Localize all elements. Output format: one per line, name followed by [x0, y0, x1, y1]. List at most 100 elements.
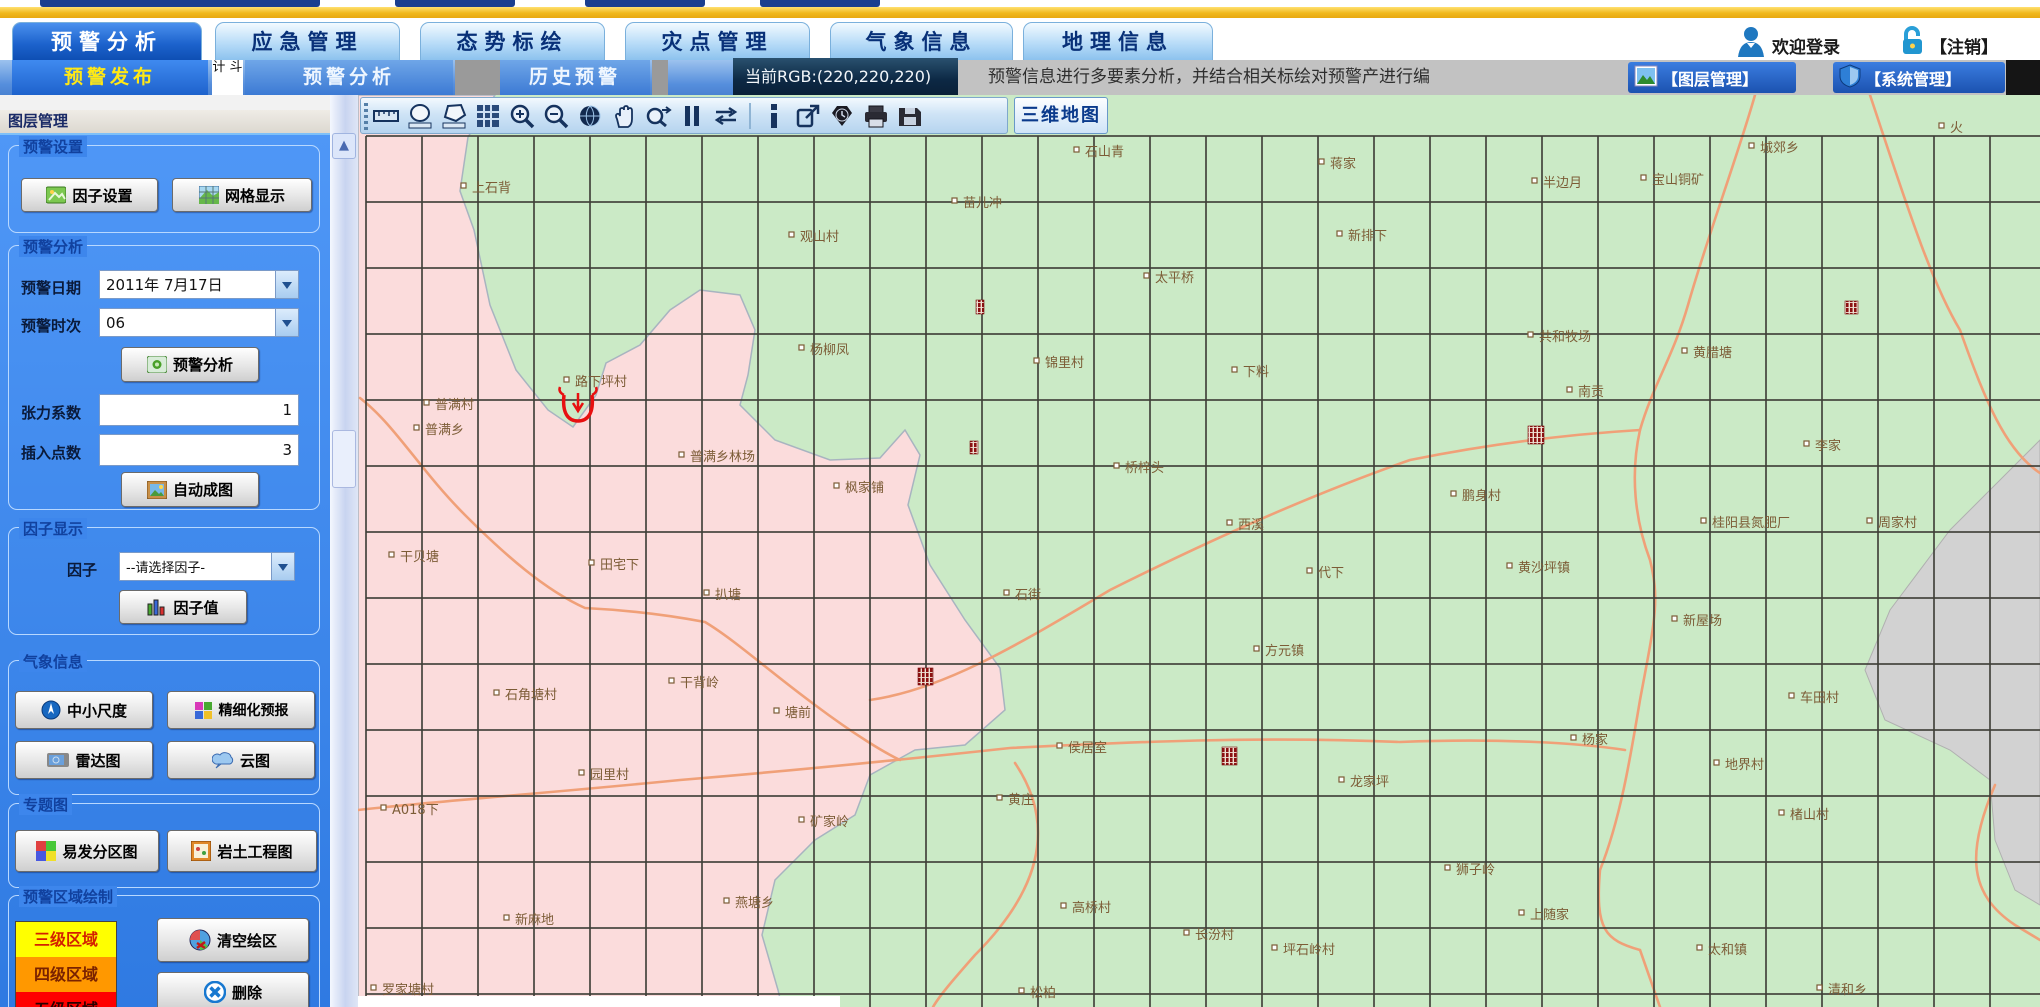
zoom-out-icon[interactable] — [541, 101, 571, 131]
place-marker — [1337, 231, 1342, 236]
cloud-chart-button[interactable]: 云图 — [167, 741, 315, 779]
layer-manage-button[interactable]: 【图层管理】 — [1628, 62, 1796, 93]
place-marker — [579, 770, 584, 775]
legend-level-3[interactable]: 三级区域 — [16, 922, 116, 957]
swap-icon[interactable] — [711, 101, 741, 131]
disaster-cluster-marker[interactable] — [970, 441, 978, 454]
clock-icon[interactable] — [827, 101, 857, 131]
place-marker — [799, 345, 804, 350]
place-marker — [789, 232, 794, 237]
legend-level-5[interactable]: 五级区域 — [16, 992, 116, 1007]
place-label: 坪石岭村 — [1283, 943, 1335, 958]
main-tab-6[interactable]: 地理信息 — [1023, 22, 1213, 60]
zoning-map-icon — [36, 841, 56, 861]
place-marker — [1804, 441, 1809, 446]
save-icon[interactable] — [895, 101, 925, 131]
clear-drawing-icon — [189, 929, 211, 951]
place-marker — [679, 452, 684, 457]
logout-link[interactable]: 【注销】 — [1930, 33, 1998, 58]
place-marker — [1451, 491, 1456, 496]
warning-time-select[interactable]: 06 — [99, 308, 299, 337]
chevron-down-icon[interactable] — [271, 553, 294, 580]
place-marker — [1571, 735, 1576, 740]
group-title: 因子显示 — [19, 518, 87, 539]
subtab-warning-publish[interactable]: 预警发布 — [12, 60, 208, 95]
group-warning-analysis: 预警分析 预警日期 2011年 7月17日 预警时次 06 预警分析 张力系数 … — [8, 245, 320, 510]
pause-icon[interactable] — [677, 101, 707, 131]
chevron-down-icon[interactable] — [275, 309, 298, 336]
auto-map-button[interactable]: 自动成图 — [121, 472, 259, 507]
run-analysis-button[interactable]: 预警分析 — [121, 347, 259, 382]
mesoscale-button[interactable]: 中小尺度 — [15, 691, 153, 729]
layer-manage-label: 【图层管理】 — [1662, 66, 1758, 90]
place-label: 下料 — [1243, 365, 1269, 380]
disaster-cluster-marker[interactable] — [1845, 301, 1858, 314]
info-icon[interactable] — [759, 101, 789, 131]
grid-display-icon — [199, 186, 219, 204]
subtab-history-warning[interactable]: 历史预警 — [500, 60, 650, 95]
radar-chart-button[interactable]: 雷达图 — [15, 741, 153, 779]
scroll-up-arrow[interactable]: ▲ — [332, 133, 356, 159]
place-label: 共和牧场 — [1539, 330, 1591, 345]
chevron-down-icon[interactable] — [275, 271, 298, 298]
disaster-cluster-marker[interactable] — [1222, 747, 1237, 765]
main-tab-3[interactable]: 态势标绘 — [420, 22, 605, 60]
place-marker — [1445, 865, 1450, 870]
window-top-nub — [760, 0, 880, 7]
place-label: 龙家坪 — [1350, 774, 1389, 790]
place-marker — [799, 817, 804, 822]
place-label: 狮子岭 — [1456, 863, 1495, 878]
place-marker — [1519, 910, 1524, 915]
place-label: 黄庄 — [1008, 792, 1034, 808]
place-marker — [1528, 332, 1533, 337]
scrollbar-thumb[interactable] — [332, 430, 356, 488]
insert-points-input[interactable]: 3 — [99, 434, 299, 466]
zoom-back-icon[interactable] — [643, 101, 673, 131]
fine-forecast-button[interactable]: 精细化预报 — [167, 691, 315, 729]
zoom-in-icon[interactable] — [507, 101, 537, 131]
polygon-measure-icon[interactable] — [439, 101, 469, 131]
tension-input[interactable]: 1 — [99, 394, 299, 426]
grid-display-button[interactable]: 网格显示 — [172, 178, 312, 212]
toolbar-drag-grip[interactable] — [364, 103, 368, 130]
map-3d-button[interactable]: 三维地图 — [1014, 97, 1108, 134]
map-canvas[interactable]: 上石背苗儿冲石山青蒋家城郊乡火半边月宝山铜矿观山村新排下太平桥共和牧场黄腊塘南贡… — [358, 95, 2040, 1007]
warning-date-select[interactable]: 2011年 7月17日 — [99, 270, 299, 299]
place-label: 代下 — [1318, 566, 1344, 581]
system-manage-button[interactable]: 【系统管理】 — [1833, 62, 2005, 93]
factor-value-button[interactable]: 因子值 — [119, 590, 247, 624]
print-icon[interactable] — [861, 101, 891, 131]
zoning-map-button[interactable]: 易发分区图 — [15, 830, 159, 872]
layers-mountain-icon — [1634, 65, 1658, 91]
place-label: 蒋家 — [1330, 156, 1356, 172]
place-label: 清和乡 — [1828, 983, 1867, 998]
main-tab-2[interactable]: 应急管理 — [215, 22, 400, 60]
subtab-warning-analysis[interactable]: 预警分析 — [245, 60, 453, 95]
disaster-cluster-marker[interactable] — [976, 300, 984, 314]
sidebar-scrollbar[interactable] — [330, 95, 358, 1007]
clear-drawing-button[interactable]: 清空绘区 — [157, 918, 309, 962]
geotech-map-button[interactable]: 岩土工程图 — [167, 830, 317, 872]
main-tab-5[interactable]: 气象信息 — [830, 22, 1013, 60]
ruler-measure-icon[interactable] — [371, 101, 401, 131]
run-analysis-label: 预警分析 — [173, 354, 233, 375]
place-marker — [1817, 985, 1822, 990]
disaster-cluster-marker[interactable] — [1528, 426, 1544, 444]
legend-level-4[interactable]: 四级区域 — [16, 957, 116, 992]
main-tab-4[interactable]: 灾点管理 — [625, 22, 810, 60]
export-icon[interactable] — [793, 101, 823, 131]
disaster-cluster-marker[interactable] — [918, 668, 933, 685]
factor-settings-button[interactable]: 因子设置 — [21, 178, 158, 212]
group-thematic-map: 专题图 易发分区图 岩土工程图 — [8, 803, 320, 888]
pan-hand-icon[interactable] — [609, 101, 639, 131]
auto-map-icon — [147, 481, 167, 499]
cloud-icon — [212, 751, 234, 769]
main-tab-1[interactable]: 预警分析 — [12, 22, 202, 62]
place-marker — [1319, 159, 1324, 164]
factor-select[interactable]: --请选择因子- — [119, 552, 295, 581]
ellipse-measure-icon[interactable] — [405, 101, 435, 131]
delete-button[interactable]: 删除 — [157, 972, 309, 1007]
globe-icon[interactable] — [575, 101, 605, 131]
place-label: 李家 — [1815, 438, 1841, 454]
grid-icon[interactable] — [473, 101, 503, 131]
